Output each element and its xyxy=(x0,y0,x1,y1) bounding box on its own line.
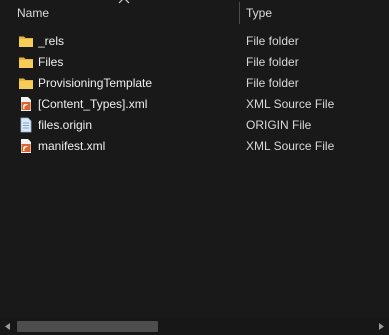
list-item[interactable]: files.origin ORIGIN File xyxy=(0,115,389,136)
column-divider[interactable] xyxy=(239,2,240,24)
file-name: manifest.xml xyxy=(38,139,106,153)
scroll-left-icon[interactable] xyxy=(0,318,16,335)
file-explorer: Name Type _rels File folder Files File f… xyxy=(0,0,389,335)
scroll-right-icon[interactable] xyxy=(373,318,389,335)
list-item[interactable]: manifest.xml XML Source File xyxy=(0,136,389,157)
file-name: ProvisioningTemplate xyxy=(38,76,153,90)
list-item[interactable]: Files File folder xyxy=(0,52,389,73)
list-item[interactable]: [Content_Types].xml XML Source File xyxy=(0,94,389,115)
xml-file-icon xyxy=(21,97,31,111)
list-item[interactable]: ProvisioningTemplate File folder xyxy=(0,73,389,94)
file-name: Files xyxy=(38,55,64,69)
list-item[interactable]: _rels File folder xyxy=(0,31,389,52)
file-type: XML Source File xyxy=(246,97,335,111)
generic-file-icon xyxy=(20,117,32,133)
file-name: _rels xyxy=(38,34,65,48)
folder-icon xyxy=(19,57,33,68)
column-header: Name Type xyxy=(0,0,389,26)
file-type: XML Source File xyxy=(246,139,335,153)
folder-icon xyxy=(19,36,33,47)
type-column-header[interactable]: Type xyxy=(246,0,386,26)
scrollbar-thumb[interactable] xyxy=(17,321,158,332)
file-type: File folder xyxy=(246,76,299,90)
file-name: [Content_Types].xml xyxy=(38,97,148,111)
xml-file-icon xyxy=(21,139,31,153)
file-type: File folder xyxy=(246,34,299,48)
file-name: files.origin xyxy=(38,118,93,132)
horizontal-scrollbar[interactable] xyxy=(0,318,389,335)
file-type: ORIGIN File xyxy=(246,118,312,132)
file-list: _rels File folder Files File folder Prov… xyxy=(0,31,389,157)
folder-icon xyxy=(19,78,33,89)
file-type: File folder xyxy=(246,55,299,69)
name-column-header[interactable]: Name xyxy=(17,0,237,26)
